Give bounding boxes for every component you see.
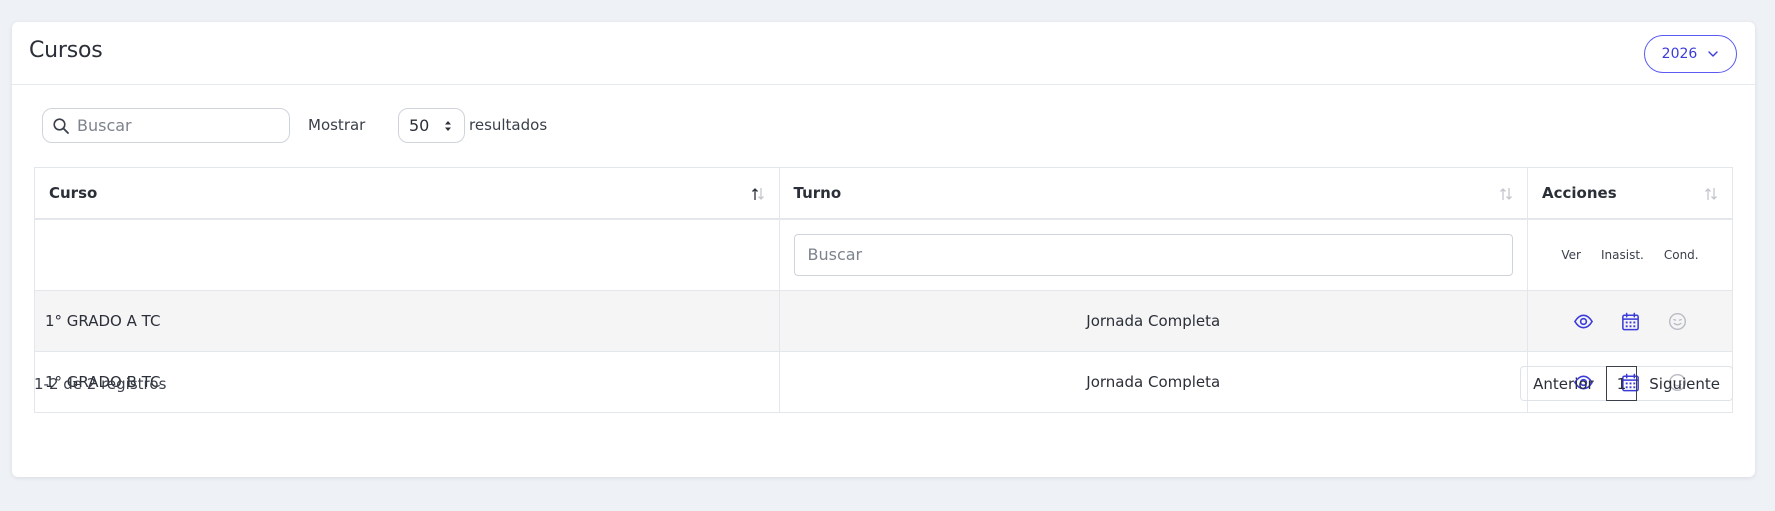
turno-filter-input[interactable] xyxy=(793,233,1514,276)
records-info: 1-2 de 2 registros xyxy=(34,375,167,393)
cell-curso: 1° GRADO A TC xyxy=(34,290,780,352)
global-search[interactable] xyxy=(42,108,290,143)
column-header-label: Acciones xyxy=(1542,183,1617,202)
column-header-acciones[interactable]: Acciones xyxy=(1527,167,1733,220)
column-header-label: Curso xyxy=(49,183,98,202)
search-icon xyxy=(52,117,70,135)
next-page-button[interactable]: Siguiente xyxy=(1637,367,1732,400)
search-input[interactable] xyxy=(77,116,277,135)
page-1-button[interactable]: 1 xyxy=(1605,366,1638,401)
select-arrows-icon xyxy=(445,121,451,131)
calendar-icon[interactable] xyxy=(1620,311,1641,332)
table-header-row: Curso Turno Acciones xyxy=(34,167,1733,220)
filter-cell-turno xyxy=(778,218,1529,291)
table-row: 1° GRADO B TC Jornada Completa xyxy=(34,351,1733,413)
courses-card: Cursos 2026 Mostrar 50 resultados xyxy=(12,22,1755,477)
page-size-value: 50 xyxy=(409,116,430,135)
sort-icon xyxy=(1500,188,1512,200)
eye-icon[interactable] xyxy=(1573,311,1594,332)
results-label: resultados xyxy=(469,116,548,134)
column-header-label: Turno xyxy=(793,183,842,202)
action-label-cond: Cond. xyxy=(1663,247,1699,262)
pagination: Anterior 1 Siguiente xyxy=(1520,366,1733,401)
year-dropdown-button[interactable]: 2026 xyxy=(1644,35,1737,73)
column-header-turno[interactable]: Turno xyxy=(778,167,1529,220)
row-actions xyxy=(1538,311,1722,332)
card-header: Cursos 2026 xyxy=(12,22,1755,85)
filter-cell-curso xyxy=(34,218,780,291)
table-row: 1° GRADO A TC Jornada Completa xyxy=(34,290,1733,352)
filter-cell-acciones: Ver Inasist. Cond. xyxy=(1527,218,1733,291)
filter-row: Ver Inasist. Cond. xyxy=(34,218,1733,291)
table-toolbar: Mostrar 50 resultados xyxy=(42,108,742,144)
cell-turno: Jornada Completa xyxy=(778,290,1529,352)
courses-table: Curso Turno Acciones Buscar Ver Inasist.… xyxy=(34,167,1733,413)
sort-asc-icon xyxy=(751,188,764,200)
prev-page-button[interactable]: Anterior xyxy=(1521,367,1606,400)
show-label: Mostrar xyxy=(308,116,366,134)
action-labels: Ver Inasist. Cond. xyxy=(1542,248,1718,262)
smiley-icon[interactable] xyxy=(1667,311,1688,332)
year-value: 2026 xyxy=(1661,46,1698,62)
chevron-down-icon xyxy=(1708,51,1719,57)
action-label-inasist: Inasist. xyxy=(1600,247,1644,262)
page-size-select[interactable]: 50 xyxy=(398,108,465,143)
action-label-ver: Ver xyxy=(1561,247,1581,262)
cell-turno: Jornada Completa xyxy=(778,351,1529,413)
column-header-curso[interactable]: Curso xyxy=(34,167,780,220)
cell-acciones xyxy=(1527,290,1733,352)
sort-icon xyxy=(1705,188,1717,200)
page-title: Cursos xyxy=(29,38,103,63)
